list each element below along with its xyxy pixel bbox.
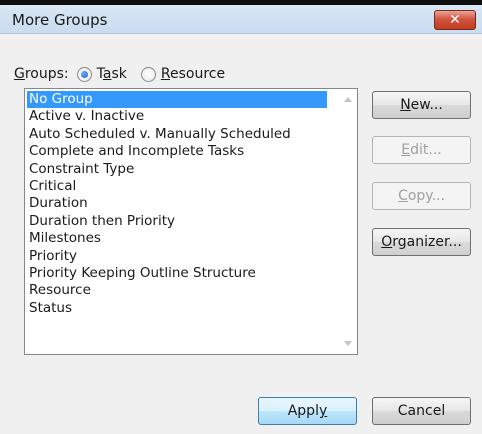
title-bar[interactable]: More Groups ✕ — [0, 0, 482, 34]
dialog-title: More Groups — [12, 11, 108, 29]
list-item[interactable]: Active v. Inactive — [27, 108, 337, 125]
list-item[interactable]: Status — [27, 300, 337, 317]
edit-button[interactable]: Edit... — [372, 136, 471, 164]
list-item[interactable]: Priority Keeping Outline Structure — [27, 265, 337, 282]
more-groups-dialog: More Groups ✕ Groups: Task Resource No G… — [0, 0, 482, 434]
list-item[interactable]: Priority — [27, 248, 337, 265]
groups-listbox[interactable]: No Group Active v. Inactive Auto Scheduled… — [24, 88, 358, 355]
groups-label: Groups: — [14, 66, 69, 82]
radio-task-label: Task — [96, 66, 127, 82]
list-item[interactable]: Critical — [27, 178, 337, 195]
radio-resource-button[interactable] — [140, 66, 156, 82]
groups-type-row: Groups: Task Resource — [14, 64, 225, 84]
list-item[interactable]: Constraint Type — [27, 161, 337, 178]
apply-button[interactable]: Appl y — [258, 397, 357, 425]
copy-button[interactable]: Copy... — [372, 182, 471, 210]
groups-list: No Group Active v. Inactive Auto Scheduled… — [27, 91, 337, 317]
close-button[interactable]: ✕ — [434, 10, 476, 30]
radio-resource-label: Resource — [160, 66, 226, 82]
list-item[interactable]: Milestones — [27, 230, 337, 247]
list-scrollbar[interactable] — [340, 89, 357, 354]
cancel-button[interactable]: Cancel — [372, 397, 471, 425]
radio-resource[interactable]: Resource — [140, 66, 226, 82]
scroll-up-arrow-icon[interactable] — [344, 97, 352, 102]
radio-task-button[interactable] — [76, 66, 92, 82]
scroll-down-arrow-icon[interactable] — [344, 341, 352, 346]
list-item[interactable]: No Group — [27, 91, 327, 109]
list-item[interactable]: Complete and Incomplete Tasks — [27, 143, 337, 160]
list-item[interactable]: Resource — [27, 282, 337, 299]
window-top-edge — [0, 0, 482, 5]
new-button[interactable]: New... — [372, 91, 471, 119]
close-icon: ✕ — [449, 12, 461, 28]
radio-task[interactable]: Task — [76, 66, 127, 82]
organizer-button[interactable]: Organizer... — [372, 228, 471, 256]
list-item[interactable]: Auto Scheduled v. Manually Scheduled — [27, 126, 337, 143]
list-item[interactable]: Duration then Priority — [27, 213, 337, 230]
list-item[interactable]: Duration — [27, 195, 337, 212]
